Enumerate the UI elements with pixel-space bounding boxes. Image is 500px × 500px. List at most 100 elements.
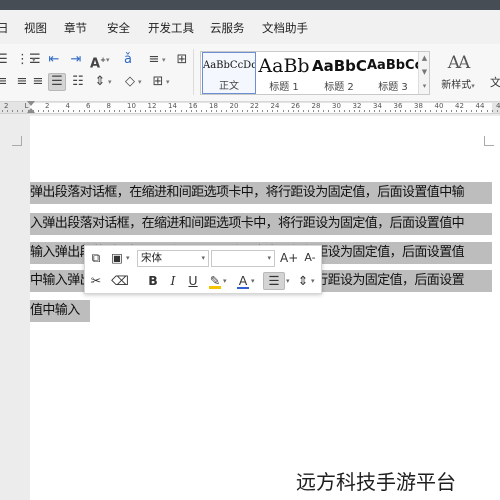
chevron-down-icon[interactable]: ▾ xyxy=(311,273,315,289)
tab-developer[interactable]: 开发工具 xyxy=(148,20,194,36)
line-spacing-icon[interactable]: ⇕ xyxy=(295,273,311,289)
ruler-tick xyxy=(155,110,156,112)
align-left-icon[interactable]: ≡ xyxy=(0,74,10,90)
first-line-indent-marker[interactable] xyxy=(27,101,35,106)
expand-gallery-icon[interactable]: ▾ xyxy=(420,82,429,90)
ruler-number: 12 xyxy=(147,102,157,110)
ruler-number: 22 xyxy=(250,102,259,110)
chevron-down-icon[interactable]: ▾ xyxy=(108,74,112,90)
tab-security[interactable]: 安全 xyxy=(107,20,130,36)
ruler-tick xyxy=(226,110,228,112)
ruler-tick xyxy=(190,110,192,112)
tab-doc-assistant[interactable]: 文档助手 xyxy=(262,20,308,36)
table-icon[interactable]: ⊞ xyxy=(174,52,190,68)
underline-button[interactable]: U xyxy=(185,273,201,289)
selected-text-line[interactable]: 弹出段落对话框，在缩进和间距选项卡中，将行距设为固定值，后面设置值中输 xyxy=(30,182,492,204)
pinyin-icon[interactable]: ǎ xyxy=(120,52,136,68)
chevron-down-icon[interactable]: ▾ xyxy=(32,52,36,68)
ruler-tick xyxy=(379,110,381,112)
paragraph-spacing-icon[interactable]: ⇕ xyxy=(92,74,108,90)
border-icon[interactable]: ⊞ xyxy=(150,74,166,90)
tab-cloud[interactable]: 云服务 xyxy=(210,20,245,36)
document-page[interactable] xyxy=(30,116,500,500)
style-heading-1[interactable]: AaBb 标题 1 xyxy=(257,52,311,94)
ruler-number: 26 xyxy=(291,102,300,110)
ruler-tick xyxy=(160,110,162,112)
chevron-down-icon[interactable]: ▾ xyxy=(286,273,290,289)
copy-icon[interactable]: ⧉ xyxy=(88,250,104,266)
font-color-icon[interactable]: A xyxy=(235,273,251,289)
chevron-down-icon[interactable]: ▼ xyxy=(420,68,429,76)
font-name-select[interactable]: 宋体 ▾ xyxy=(137,250,209,267)
hanging-indent-marker[interactable] xyxy=(27,108,35,113)
chevron-down-icon[interactable]: ▾ xyxy=(126,250,130,266)
selected-text-line[interactable]: 值中输入 xyxy=(30,300,90,322)
ruler-tick xyxy=(359,110,360,112)
ruler-tick xyxy=(435,110,437,112)
align-center-icon[interactable]: ≡ xyxy=(14,74,30,90)
ribbon-edge-label[interactable]: 文 xyxy=(490,74,500,90)
chevron-down-icon[interactable]: ▾ xyxy=(106,52,110,68)
style-heading-3[interactable]: AaBbCc 标题 3 xyxy=(367,52,419,94)
decrease-indent-icon[interactable]: ⇤ xyxy=(46,52,62,68)
style-normal[interactable]: AaBbCcDd 正文 xyxy=(202,52,256,94)
highlight-pen-icon[interactable]: ✎ xyxy=(207,273,223,289)
tab-view[interactable]: 视图 xyxy=(24,20,47,36)
ruler-tick xyxy=(318,110,320,112)
ruler-tick xyxy=(292,110,294,112)
justify-icon[interactable]: ☰ xyxy=(263,272,285,290)
style-name: 标题 2 xyxy=(324,82,354,93)
gallery-scrollbar[interactable]: ▲ ▼ ▾ xyxy=(418,52,429,94)
increase-indent-icon[interactable]: ⇥ xyxy=(68,52,84,68)
shading-icon[interactable]: ◇ xyxy=(122,74,138,90)
ruler-tick xyxy=(450,110,452,112)
ruler-number: 46 xyxy=(496,102,500,110)
style-sample: AaBb xyxy=(258,55,310,77)
ruler-tick xyxy=(221,110,223,112)
line-spacing-icon[interactable]: ≡ xyxy=(146,52,162,68)
chevron-down-icon[interactable]: ▾ xyxy=(166,74,170,90)
chevron-down-icon[interactable]: ▾ xyxy=(251,273,255,289)
chevron-up-icon[interactable]: ▲ xyxy=(420,54,429,62)
new-style-label: 新样式▾ xyxy=(441,80,475,91)
ruler-tick xyxy=(88,110,90,112)
ruler-tick xyxy=(420,110,422,112)
ruler-tick xyxy=(353,110,355,112)
ruler-tick xyxy=(83,110,85,112)
ruler-tick xyxy=(251,110,253,112)
ribbon-divider xyxy=(193,49,194,95)
font-size-select[interactable]: ▾ xyxy=(211,250,275,267)
numbered-list-icon[interactable]: ⋮☰ xyxy=(16,52,41,68)
ruler-tick xyxy=(369,110,371,112)
format-painter-icon[interactable]: ▣ xyxy=(109,250,125,266)
ruler-tick xyxy=(404,110,406,112)
justify-icon[interactable]: ☰ xyxy=(48,73,66,91)
tab-partial[interactable]: 日 xyxy=(0,20,9,36)
grow-font-icon[interactable]: A+ xyxy=(280,250,298,266)
ruler-tick xyxy=(277,110,279,112)
ruler-number: 40 xyxy=(434,102,444,110)
chevron-down-icon: ▾ xyxy=(267,254,271,262)
cut-icon[interactable]: ✂ xyxy=(88,273,104,289)
chevron-down-icon[interactable]: ▾ xyxy=(162,52,166,68)
new-style-button[interactable]: AA 新样式▾ xyxy=(436,52,480,96)
ruler-number: 16 xyxy=(188,102,198,110)
chevron-down-icon[interactable]: ▾ xyxy=(138,74,142,90)
eraser-icon[interactable]: ⌫ xyxy=(111,273,129,289)
list-indent-icon[interactable]: ☰ xyxy=(0,52,10,68)
ruler-number: 42 xyxy=(455,102,464,110)
ruler-tick xyxy=(7,110,9,112)
italic-button[interactable]: I xyxy=(165,273,181,289)
distributed-icon[interactable]: ☷ xyxy=(70,74,86,90)
chevron-down-icon[interactable]: ▾ xyxy=(223,273,227,289)
shrink-font-icon[interactable]: A- xyxy=(301,250,319,266)
ruler-tick xyxy=(246,110,248,112)
ruler-tick xyxy=(129,110,131,112)
tab-chapter[interactable]: 章节 xyxy=(64,20,87,36)
align-right-icon[interactable]: ≡ xyxy=(30,74,46,90)
bold-button[interactable]: B xyxy=(145,273,161,289)
selected-text-line[interactable]: 入弹出段落对话框，在缩进和间距选项卡中，将行距设为固定值，后面设置值中 xyxy=(30,213,492,235)
ruler-tick xyxy=(93,110,95,112)
text-effects-icon[interactable]: A+ xyxy=(90,52,106,71)
style-heading-2[interactable]: AaBbC 标题 2 xyxy=(312,52,366,94)
